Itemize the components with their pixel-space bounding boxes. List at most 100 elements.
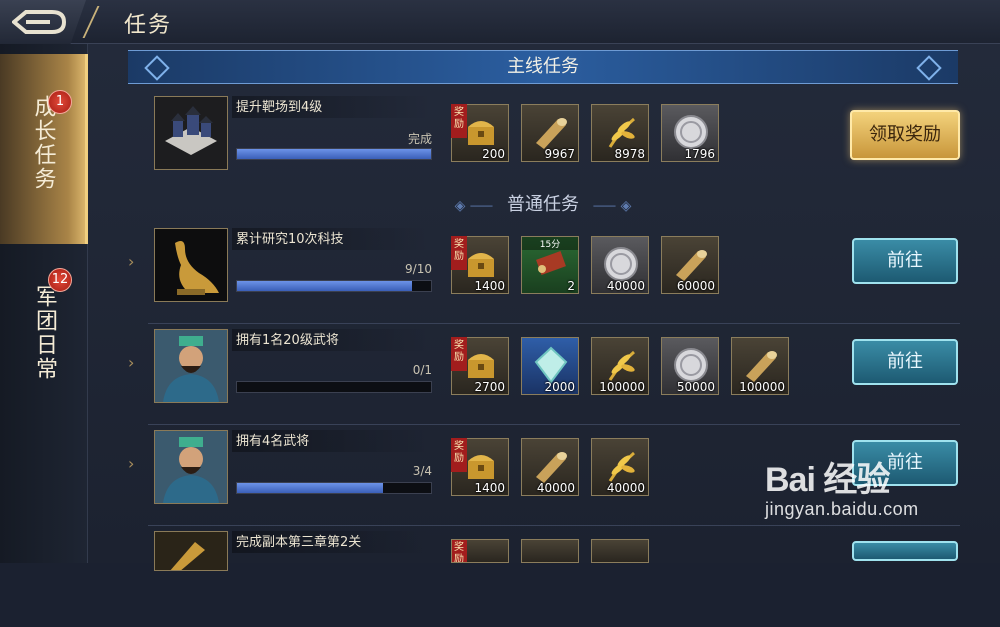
reward-item[interactable]: 8978 bbox=[591, 104, 649, 162]
wheat-icon bbox=[608, 451, 635, 482]
chevron-right-icon: › bbox=[128, 454, 135, 473]
reward-item[interactable]: 奖励 1400 bbox=[451, 236, 509, 294]
progress-fill bbox=[237, 149, 431, 159]
reward-item[interactable]: 60000 bbox=[661, 236, 719, 294]
task-progress-bar bbox=[236, 381, 432, 393]
notification-badge: 12 bbox=[48, 268, 72, 292]
back-arrow-icon bbox=[12, 10, 66, 34]
wood-log-icon bbox=[676, 250, 707, 281]
wheat-icon bbox=[608, 117, 635, 148]
main-quest-banner: 主线任务 bbox=[128, 50, 958, 84]
task-name: 完成副本第三章第2关 bbox=[232, 531, 432, 553]
task-name: 拥有1名20级武将 bbox=[232, 329, 432, 351]
reward-amount: 2700 bbox=[474, 380, 505, 394]
reward-chest[interactable]: 奖励 bbox=[451, 539, 509, 563]
reward-label: 15分 bbox=[522, 237, 578, 250]
reward-item[interactable]: 2000 bbox=[521, 337, 579, 395]
reward-amount: 9967 bbox=[544, 147, 575, 161]
chevron-right-icon: › bbox=[128, 252, 135, 271]
task-row: › 拥有1名20级武将 0/1 前往 奖励 2700 2000 100000 50000… bbox=[88, 325, 1000, 425]
reward-item[interactable]: 40000 bbox=[521, 438, 579, 496]
tab-growth-tasks[interactable]: 成长任务 1 bbox=[0, 54, 88, 244]
go-button[interactable] bbox=[852, 541, 958, 561]
notification-badge: 1 bbox=[48, 90, 72, 114]
task-row: 提升靶场到4级 完成 领取奖励 奖励 200 9967 8978 1796 bbox=[88, 92, 1000, 192]
scroll-icon bbox=[536, 251, 566, 275]
reward-item[interactable]: 1796 bbox=[661, 104, 719, 162]
reward-item[interactable]: 奖励 2700 bbox=[451, 337, 509, 395]
silver-coin-icon bbox=[674, 115, 708, 149]
task-name: 提升靶场到4级 bbox=[232, 96, 432, 118]
reward-amount: 1400 bbox=[474, 481, 505, 495]
reward-amount: 100000 bbox=[599, 380, 645, 394]
tab-legion-daily[interactable]: 军团日常 12 bbox=[0, 244, 88, 434]
shooting-range-building-icon bbox=[154, 96, 228, 170]
reward-amount: 2 bbox=[567, 279, 575, 293]
reward-item[interactable]: 100000 bbox=[591, 337, 649, 395]
wood-log-icon bbox=[536, 452, 567, 483]
task-progress-text: 完成 bbox=[407, 132, 432, 146]
go-button[interactable]: 前往 bbox=[852, 339, 958, 385]
reward-amount: 100000 bbox=[739, 380, 785, 394]
task-row: 完成副本第三章第2关 奖励 bbox=[88, 527, 1000, 627]
crystal-icon bbox=[534, 346, 568, 384]
reward-item[interactable]: 奖励 200 bbox=[451, 104, 509, 162]
treasure-chest-icon bbox=[468, 121, 494, 145]
reward-item[interactable]: 奖励 1400 bbox=[451, 438, 509, 496]
scroll-document-icon bbox=[154, 531, 228, 571]
go-button[interactable]: 前往 bbox=[852, 238, 958, 284]
task-name: 拥有4名武将 bbox=[232, 430, 432, 452]
reward-amount: 40000 bbox=[606, 481, 645, 495]
row-divider bbox=[148, 323, 960, 324]
ornament-icon: ◈ ⸺ bbox=[454, 198, 494, 214]
normal-quest-title: 普通任务 bbox=[507, 194, 579, 215]
reward-tag: 奖励 bbox=[451, 438, 467, 472]
progress-fill bbox=[237, 281, 412, 291]
reward-item[interactable]: 100000 bbox=[731, 337, 789, 395]
reward-amount: 8978 bbox=[614, 147, 645, 161]
reward-item[interactable]: 50000 bbox=[661, 337, 719, 395]
silver-coin-icon bbox=[674, 348, 708, 382]
golden-phoenix-statue-icon bbox=[154, 228, 228, 302]
reward-amount: 60000 bbox=[676, 279, 715, 293]
general-portrait-icon bbox=[154, 329, 228, 403]
treasure-chest-icon bbox=[468, 455, 494, 479]
treasure-chest-icon bbox=[468, 354, 494, 378]
claim-reward-button[interactable]: 领取奖励 bbox=[850, 110, 960, 160]
cloud-ornament-icon bbox=[144, 55, 170, 81]
reward-item[interactable] bbox=[521, 539, 579, 563]
page-title: 任务 bbox=[124, 13, 173, 38]
task-progress-text: 9/10 bbox=[405, 262, 432, 276]
task-progress-bar bbox=[236, 280, 432, 292]
silver-coin-icon bbox=[604, 247, 638, 281]
reward-amount: 1400 bbox=[474, 279, 505, 293]
reward-tag: 奖励 bbox=[451, 337, 467, 371]
reward-amount: 50000 bbox=[676, 380, 715, 394]
normal-quest-header: ◈ ⸺ 普通任务 ⸺ ◈ bbox=[128, 190, 958, 215]
tab-legion-daily-label: 军团日常 bbox=[32, 285, 57, 381]
task-progress-text: 0/1 bbox=[412, 363, 432, 377]
reward-amount: 2000 bbox=[544, 380, 575, 394]
reward-tag: 奖励 bbox=[451, 236, 467, 270]
task-progress-text: 3/4 bbox=[412, 464, 432, 478]
reward-tag: 奖励 bbox=[452, 540, 467, 562]
task-progress-bar bbox=[236, 148, 432, 160]
row-divider bbox=[148, 424, 960, 425]
reward-item[interactable]: 9967 bbox=[521, 104, 579, 162]
general-portrait-icon bbox=[154, 430, 228, 504]
watermark-url: jingyan.baidu.com bbox=[765, 499, 919, 519]
reward-item[interactable]: 15分 2 bbox=[521, 236, 579, 294]
reward-item[interactable]: 40000 bbox=[591, 438, 649, 496]
reward-amount: 1796 bbox=[684, 147, 715, 161]
title-divider bbox=[82, 6, 118, 38]
wheat-icon bbox=[608, 350, 635, 381]
progress-fill bbox=[237, 483, 383, 493]
baidu-watermark: Bai 经验 jingyan.baidu.com bbox=[765, 452, 995, 542]
task-row: › 累计研究10次科技 9/10 前往 奖励 1400 15分 2 40000 60000 bbox=[88, 224, 1000, 324]
reward-item[interactable]: 40000 bbox=[591, 236, 649, 294]
task-progress-bar bbox=[236, 482, 432, 494]
treasure-chest-icon bbox=[468, 253, 494, 277]
chevron-right-icon: › bbox=[128, 353, 135, 372]
back-button[interactable] bbox=[0, 0, 86, 44]
reward-item[interactable] bbox=[591, 539, 649, 563]
